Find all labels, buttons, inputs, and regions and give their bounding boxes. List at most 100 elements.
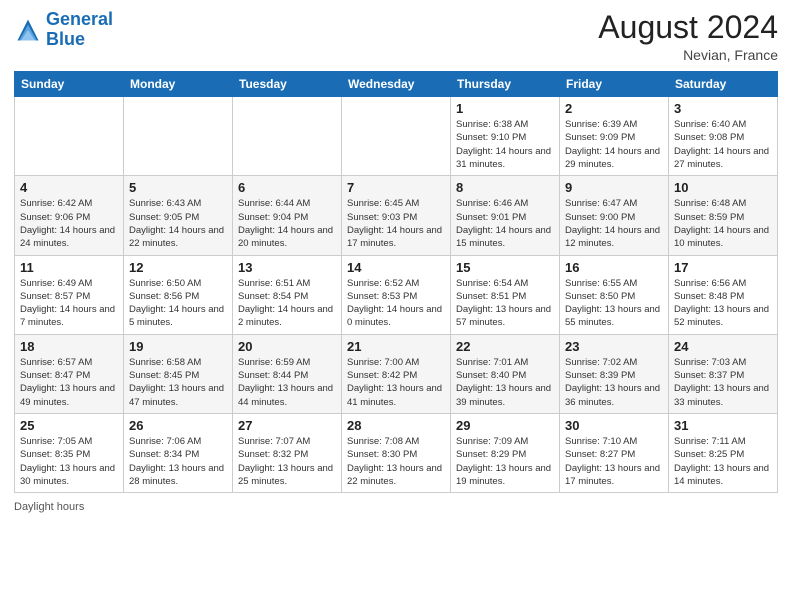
day-number: 3 (674, 101, 772, 116)
title-block: August 2024 Nevian, France (598, 10, 778, 63)
day-number: 27 (238, 418, 336, 433)
day-info: Sunrise: 6:58 AM Sunset: 8:45 PM Dayligh… (129, 356, 227, 409)
logo-icon (14, 16, 42, 44)
calendar-cell: 6 Sunrise: 6:44 AM Sunset: 9:04 PM Daylig… (233, 176, 342, 255)
col-saturday: Saturday (669, 72, 778, 97)
calendar-cell: 19Sunrise: 6:58 AM Sunset: 8:45 PM Dayli… (124, 334, 233, 413)
col-tuesday: Tuesday (233, 72, 342, 97)
day-info: Sunrise: 6:39 AM Sunset: 9:09 PM Dayligh… (565, 118, 663, 171)
calendar-cell: 31 Sunrise: 7:11 AM Sunset: 8:25 PM Dayli… (669, 413, 778, 492)
calendar-cell: 28 Sunrise: 7:08 AM Sunset: 8:30 PM Dayli… (342, 413, 451, 492)
weekday-header-row: Sunday Monday Tuesday Wednesday Thursday… (15, 72, 778, 97)
day-info: Sunrise: 6:46 AM Sunset: 9:01 PM Dayligh… (456, 197, 554, 250)
calendar-cell: 8Sunrise: 6:46 AM Sunset: 9:01 PM Daylig… (451, 176, 560, 255)
calendar-week-row: 25 Sunrise: 7:05 AM Sunset: 8:35 PM Dayli… (15, 413, 778, 492)
calendar-cell: 9 Sunrise: 6:47 AM Sunset: 9:00 PM Daylig… (560, 176, 669, 255)
day-number: 20 (238, 339, 336, 354)
col-sunday: Sunday (15, 72, 124, 97)
calendar-cell: 16Sunrise: 6:55 AM Sunset: 8:50 PM Dayli… (560, 255, 669, 334)
day-info: Sunrise: 7:03 AM Sunset: 8:37 PM Dayligh… (674, 356, 772, 409)
day-info: Sunrise: 6:49 AM Sunset: 8:57 PM Dayligh… (20, 277, 118, 330)
day-info: Sunrise: 6:54 AM Sunset: 8:51 PM Dayligh… (456, 277, 554, 330)
calendar-cell: 27 Sunrise: 7:07 AM Sunset: 8:32 PM Dayli… (233, 413, 342, 492)
day-info: Sunrise: 7:09 AM Sunset: 8:29 PM Dayligh… (456, 435, 554, 488)
day-number: 11 (20, 260, 118, 275)
calendar-cell: 23 Sunrise: 7:02 AM Sunset: 8:39 PM Dayli… (560, 334, 669, 413)
day-info: Sunrise: 7:01 AM Sunset: 8:40 PM Dayligh… (456, 356, 554, 409)
calendar-cell: 17Sunrise: 6:56 AM Sunset: 8:48 PM Dayli… (669, 255, 778, 334)
calendar-cell (233, 97, 342, 176)
calendar-cell: 20 Sunrise: 6:59 AM Sunset: 8:44 PM Dayli… (233, 334, 342, 413)
day-info: Sunrise: 7:02 AM Sunset: 8:39 PM Dayligh… (565, 356, 663, 409)
calendar-cell: 1 Sunrise: 6:38 AM Sunset: 9:10 PM Daylig… (451, 97, 560, 176)
day-number: 2 (565, 101, 663, 116)
calendar-cell: 12 Sunrise: 6:50 AM Sunset: 8:56 PM Dayli… (124, 255, 233, 334)
day-number: 9 (565, 180, 663, 195)
col-wednesday: Wednesday (342, 72, 451, 97)
day-info: Sunrise: 7:07 AM Sunset: 8:32 PM Dayligh… (238, 435, 336, 488)
calendar-cell: 10Sunrise: 6:48 AM Sunset: 8:59 PM Dayli… (669, 176, 778, 255)
day-number: 24 (674, 339, 772, 354)
day-info: Sunrise: 6:42 AM Sunset: 9:06 PM Dayligh… (20, 197, 118, 250)
calendar-cell: 15 Sunrise: 6:54 AM Sunset: 8:51 PM Dayli… (451, 255, 560, 334)
day-number: 4 (20, 180, 118, 195)
location: Nevian, France (598, 47, 778, 63)
day-info: Sunrise: 6:51 AM Sunset: 8:54 PM Dayligh… (238, 277, 336, 330)
day-number: 15 (456, 260, 554, 275)
day-info: Sunrise: 6:47 AM Sunset: 9:00 PM Dayligh… (565, 197, 663, 250)
day-number: 10 (674, 180, 772, 195)
calendar-cell: 24 Sunrise: 7:03 AM Sunset: 8:37 PM Dayli… (669, 334, 778, 413)
day-number: 13 (238, 260, 336, 275)
calendar-week-row: 4 Sunrise: 6:42 AM Sunset: 9:06 PM Daylig… (15, 176, 778, 255)
day-number: 23 (565, 339, 663, 354)
day-number: 28 (347, 418, 445, 433)
day-number: 25 (20, 418, 118, 433)
day-info: Sunrise: 6:59 AM Sunset: 8:44 PM Dayligh… (238, 356, 336, 409)
day-number: 5 (129, 180, 227, 195)
calendar-week-row: 1 Sunrise: 6:38 AM Sunset: 9:10 PM Daylig… (15, 97, 778, 176)
day-number: 12 (129, 260, 227, 275)
col-monday: Monday (124, 72, 233, 97)
month-year: August 2024 (598, 10, 778, 45)
footer: Daylight hours (14, 501, 778, 513)
day-info: Sunrise: 7:05 AM Sunset: 8:35 PM Dayligh… (20, 435, 118, 488)
calendar-cell: 21 Sunrise: 7:00 AM Sunset: 8:42 PM Dayli… (342, 334, 451, 413)
calendar-cell: 7Sunrise: 6:45 AM Sunset: 9:03 PM Daylig… (342, 176, 451, 255)
page: General Blue August 2024 Nevian, France … (0, 0, 792, 612)
day-info: Sunrise: 7:08 AM Sunset: 8:30 PM Dayligh… (347, 435, 445, 488)
day-info: Sunrise: 6:52 AM Sunset: 8:53 PM Dayligh… (347, 277, 445, 330)
calendar-cell: 26Sunrise: 7:06 AM Sunset: 8:34 PM Dayli… (124, 413, 233, 492)
day-number: 14 (347, 260, 445, 275)
day-number: 22 (456, 339, 554, 354)
day-info: Sunrise: 6:44 AM Sunset: 9:04 PM Dayligh… (238, 197, 336, 250)
day-info: Sunrise: 6:50 AM Sunset: 8:56 PM Dayligh… (129, 277, 227, 330)
day-number: 6 (238, 180, 336, 195)
calendar-cell: 2 Sunrise: 6:39 AM Sunset: 9:09 PM Daylig… (560, 97, 669, 176)
calendar-cell: 13 Sunrise: 6:51 AM Sunset: 8:54 PM Dayli… (233, 255, 342, 334)
col-friday: Friday (560, 72, 669, 97)
calendar-cell: 22 Sunrise: 7:01 AM Sunset: 8:40 PM Dayli… (451, 334, 560, 413)
logo-line2: Blue (46, 29, 85, 49)
calendar-cell: 29 Sunrise: 7:09 AM Sunset: 8:29 PM Dayli… (451, 413, 560, 492)
day-number: 30 (565, 418, 663, 433)
day-number: 21 (347, 339, 445, 354)
day-number: 1 (456, 101, 554, 116)
calendar-week-row: 18Sunrise: 6:57 AM Sunset: 8:47 PM Dayli… (15, 334, 778, 413)
calendar-cell (15, 97, 124, 176)
day-number: 26 (129, 418, 227, 433)
day-info: Sunrise: 6:38 AM Sunset: 9:10 PM Dayligh… (456, 118, 554, 171)
logo: General Blue (14, 10, 113, 50)
calendar: Sunday Monday Tuesday Wednesday Thursday… (14, 71, 778, 493)
day-number: 29 (456, 418, 554, 433)
calendar-cell: 11 Sunrise: 6:49 AM Sunset: 8:57 PM Dayli… (15, 255, 124, 334)
day-info: Sunrise: 6:43 AM Sunset: 9:05 PM Dayligh… (129, 197, 227, 250)
day-number: 7 (347, 180, 445, 195)
logo-text: General Blue (46, 10, 113, 50)
logo-line1: General (46, 9, 113, 29)
calendar-cell: 25 Sunrise: 7:05 AM Sunset: 8:35 PM Dayli… (15, 413, 124, 492)
day-info: Sunrise: 7:00 AM Sunset: 8:42 PM Dayligh… (347, 356, 445, 409)
day-info: Sunrise: 7:11 AM Sunset: 8:25 PM Dayligh… (674, 435, 772, 488)
day-number: 31 (674, 418, 772, 433)
daylight-label: Daylight hours (14, 501, 84, 513)
day-info: Sunrise: 7:10 AM Sunset: 8:27 PM Dayligh… (565, 435, 663, 488)
